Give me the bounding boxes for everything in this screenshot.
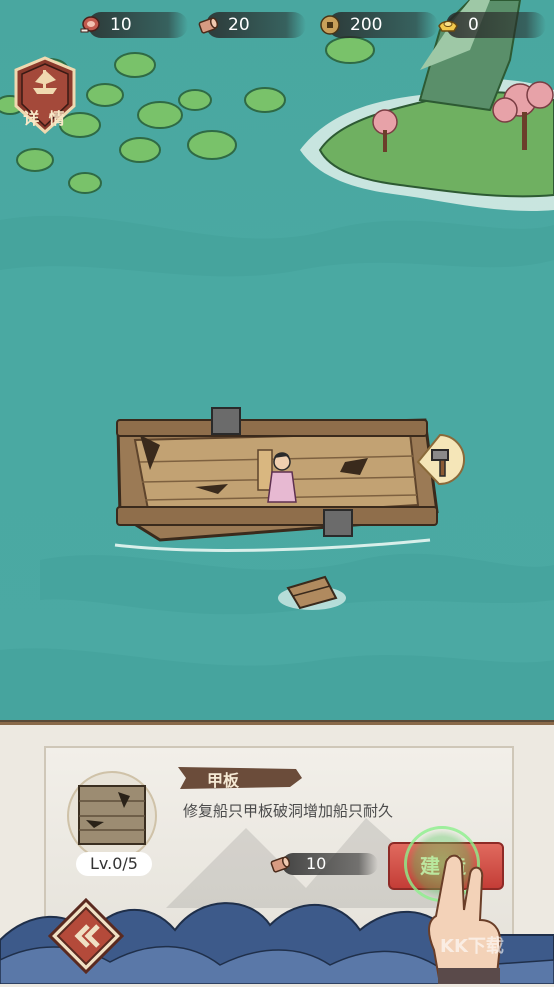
details-button[interactable]: 详 情: [12, 56, 78, 135]
resource-gold: 0: [436, 12, 546, 38]
wood-log-icon: [270, 856, 291, 873]
coin-value: 200: [350, 15, 383, 35]
gold-ingot-icon: [438, 20, 458, 32]
resource-bar: 10 20 200 0: [0, 0, 554, 50]
sea-scene: [0, 0, 554, 722]
deck-part-icon: [67, 771, 157, 861]
double-chevron-left-icon: [47, 897, 125, 975]
level-indicator: Lv.0/5: [76, 852, 152, 876]
resource-coin: 200: [318, 12, 438, 38]
resource-wood: 20: [196, 12, 306, 38]
wood-log-icon: [198, 17, 219, 34]
repair-hammer-button[interactable]: [420, 438, 464, 482]
watermark: KK下载: [440, 936, 504, 957]
build-cost: 10: [268, 852, 378, 876]
tutorial-hand-pointer: [428, 854, 502, 984]
part-name: 甲板: [207, 771, 240, 790]
gold-value: 0: [468, 15, 479, 35]
back-button[interactable]: [47, 897, 125, 975]
part-image-frame: [64, 768, 160, 864]
meat-icon: [80, 16, 100, 33]
resource-meat: 10: [78, 12, 188, 38]
cost-value: 10: [306, 854, 327, 873]
copper-coin-icon: [320, 15, 340, 35]
boat: [116, 407, 439, 542]
part-description: 修复船只甲板破洞增加船只耐久: [183, 802, 394, 820]
hammer-icon: [431, 449, 449, 477]
wood-value: 20: [228, 15, 250, 35]
sea-background: [0, 0, 554, 722]
title-ribbon: [178, 767, 302, 789]
ship-icon: [33, 70, 57, 94]
meat-value: 10: [110, 15, 132, 35]
details-label: 详 情: [23, 109, 67, 128]
